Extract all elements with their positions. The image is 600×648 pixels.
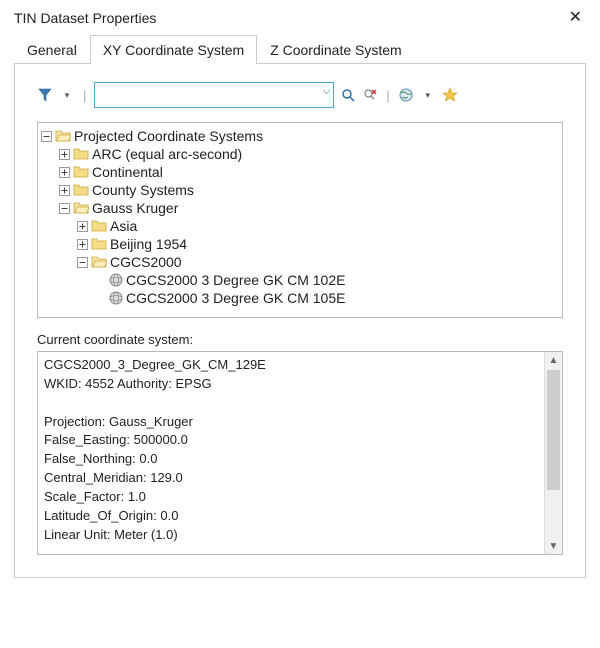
tree-node[interactable]: County Systems (40, 181, 560, 199)
tree-node[interactable]: Projected Coordinate Systems (40, 127, 560, 145)
current-cs-label: Current coordinate system: (37, 332, 563, 347)
collapse-icon[interactable] (40, 130, 52, 142)
filter-dropdown-icon[interactable]: ▾ (59, 87, 75, 103)
clear-search-icon[interactable] (362, 87, 378, 103)
scroll-down-icon[interactable]: ▼ (545, 538, 562, 554)
tree-node-label: Beijing 1954 (110, 236, 187, 252)
globe-icon (109, 273, 123, 287)
tab-xy-coordinate-system[interactable]: XY Coordinate System (90, 35, 257, 64)
search-icon[interactable] (340, 87, 356, 103)
globe-dropdown-icon[interactable]: ▾ (420, 87, 436, 103)
filter-icon[interactable] (37, 87, 53, 103)
tree-node[interactable]: ARC (equal arc-second) (40, 145, 560, 163)
folder-open-icon (91, 255, 107, 269)
tab-z-label: Z Coordinate System (270, 42, 402, 58)
tree-node-label: Asia (110, 218, 137, 234)
dialog-window: TIN Dataset Properties ✕ General XY Coor… (0, 0, 600, 648)
details-text: CGCS2000_3_Degree_GK_CM_129E WKID: 4552 … (44, 356, 542, 550)
tree-node-label: ARC (equal arc-second) (92, 146, 242, 162)
tree-node[interactable]: CGCS2000 3 Degree GK CM 102E (40, 271, 560, 289)
expand-icon[interactable] (76, 238, 88, 250)
folder-icon (91, 219, 107, 233)
expand-icon[interactable] (58, 148, 70, 160)
tree-node[interactable]: Beijing 1954 (40, 235, 560, 253)
close-button[interactable]: ✕ (565, 10, 586, 26)
folder-icon (91, 237, 107, 251)
folder-open-icon (73, 201, 89, 215)
toolbar: ▾ | ⌵ | ▾ (37, 82, 563, 108)
details-scrollbar[interactable]: ▲ ▼ (544, 352, 562, 554)
collapse-icon[interactable] (58, 202, 70, 214)
tab-xy-label: XY Coordinate System (103, 42, 244, 58)
coordinate-system-details: CGCS2000_3_Degree_GK_CM_129E WKID: 4552 … (37, 351, 563, 555)
coordinate-system-tree[interactable]: Projected Coordinate Systems ARC (equal a… (37, 122, 563, 318)
tree-node-label: Projected Coordinate Systems (74, 128, 263, 144)
folder-icon (73, 147, 89, 161)
tree-node[interactable]: Continental (40, 163, 560, 181)
search-input[interactable] (94, 82, 334, 108)
tab-general-label: General (27, 42, 77, 58)
titlebar: TIN Dataset Properties ✕ (0, 0, 600, 32)
tabpanel-xy: ▾ | ⌵ | ▾ (14, 64, 586, 578)
globe-icon[interactable] (398, 87, 414, 103)
toolbar-separator: | (81, 88, 88, 103)
folder-open-icon (55, 129, 71, 143)
expand-icon[interactable] (76, 220, 88, 232)
tree-node-label: CGCS2000 (110, 254, 182, 270)
tree-node[interactable]: CGCS2000 3 Degree GK CM 105E (40, 289, 560, 307)
tree-node-label: CGCS2000 3 Degree GK CM 105E (126, 290, 345, 306)
collapse-icon[interactable] (76, 256, 88, 268)
window-title: TIN Dataset Properties (14, 10, 156, 26)
tab-general[interactable]: General (14, 35, 90, 64)
toolbar-separator: | (384, 88, 391, 103)
tree-node-label: CGCS2000 3 Degree GK CM 102E (126, 272, 345, 288)
globe-icon (109, 291, 123, 305)
scroll-thumb[interactable] (547, 370, 560, 490)
tree-node-label: Continental (92, 164, 163, 180)
scroll-up-icon[interactable]: ▲ (545, 352, 562, 368)
tree-node-label: County Systems (92, 182, 194, 198)
tree-node-label: Gauss Kruger (92, 200, 178, 216)
tabstrip: General XY Coordinate System Z Coordinat… (14, 34, 586, 64)
tree-node[interactable]: Asia (40, 217, 560, 235)
expand-icon[interactable] (58, 166, 70, 178)
tree-node[interactable]: Gauss Kruger (40, 199, 560, 217)
favorite-icon[interactable] (442, 87, 458, 103)
expand-icon[interactable] (58, 184, 70, 196)
tab-z-coordinate-system[interactable]: Z Coordinate System (257, 35, 415, 64)
tree-node[interactable]: CGCS2000 (40, 253, 560, 271)
folder-icon (73, 165, 89, 179)
folder-icon (73, 183, 89, 197)
